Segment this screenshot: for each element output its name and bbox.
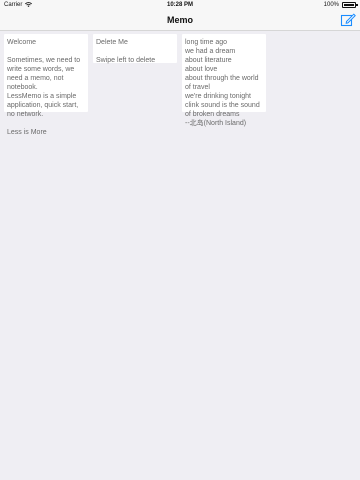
battery-icon	[342, 2, 358, 8]
memo-card[interactable]: long time ago we had a dream about liter…	[182, 34, 266, 127]
navigation-bar: Memo	[0, 10, 360, 31]
battery-fill	[344, 4, 354, 6]
battery-percent: 100%	[323, 2, 339, 8]
memo-card[interactable]: Welcome Sometimes, we need to write some…	[4, 34, 88, 136]
memo-card[interactable]: Delete Me Swipe left to delete	[93, 34, 177, 64]
status-right: 100%	[323, 2, 358, 8]
page-title: Memo	[166, 15, 193, 25]
compose-icon[interactable]	[340, 12, 356, 28]
status-bar: Carrier 10:28 PM 100%	[0, 0, 360, 10]
status-time: 10:28 PM	[166, 2, 193, 8]
